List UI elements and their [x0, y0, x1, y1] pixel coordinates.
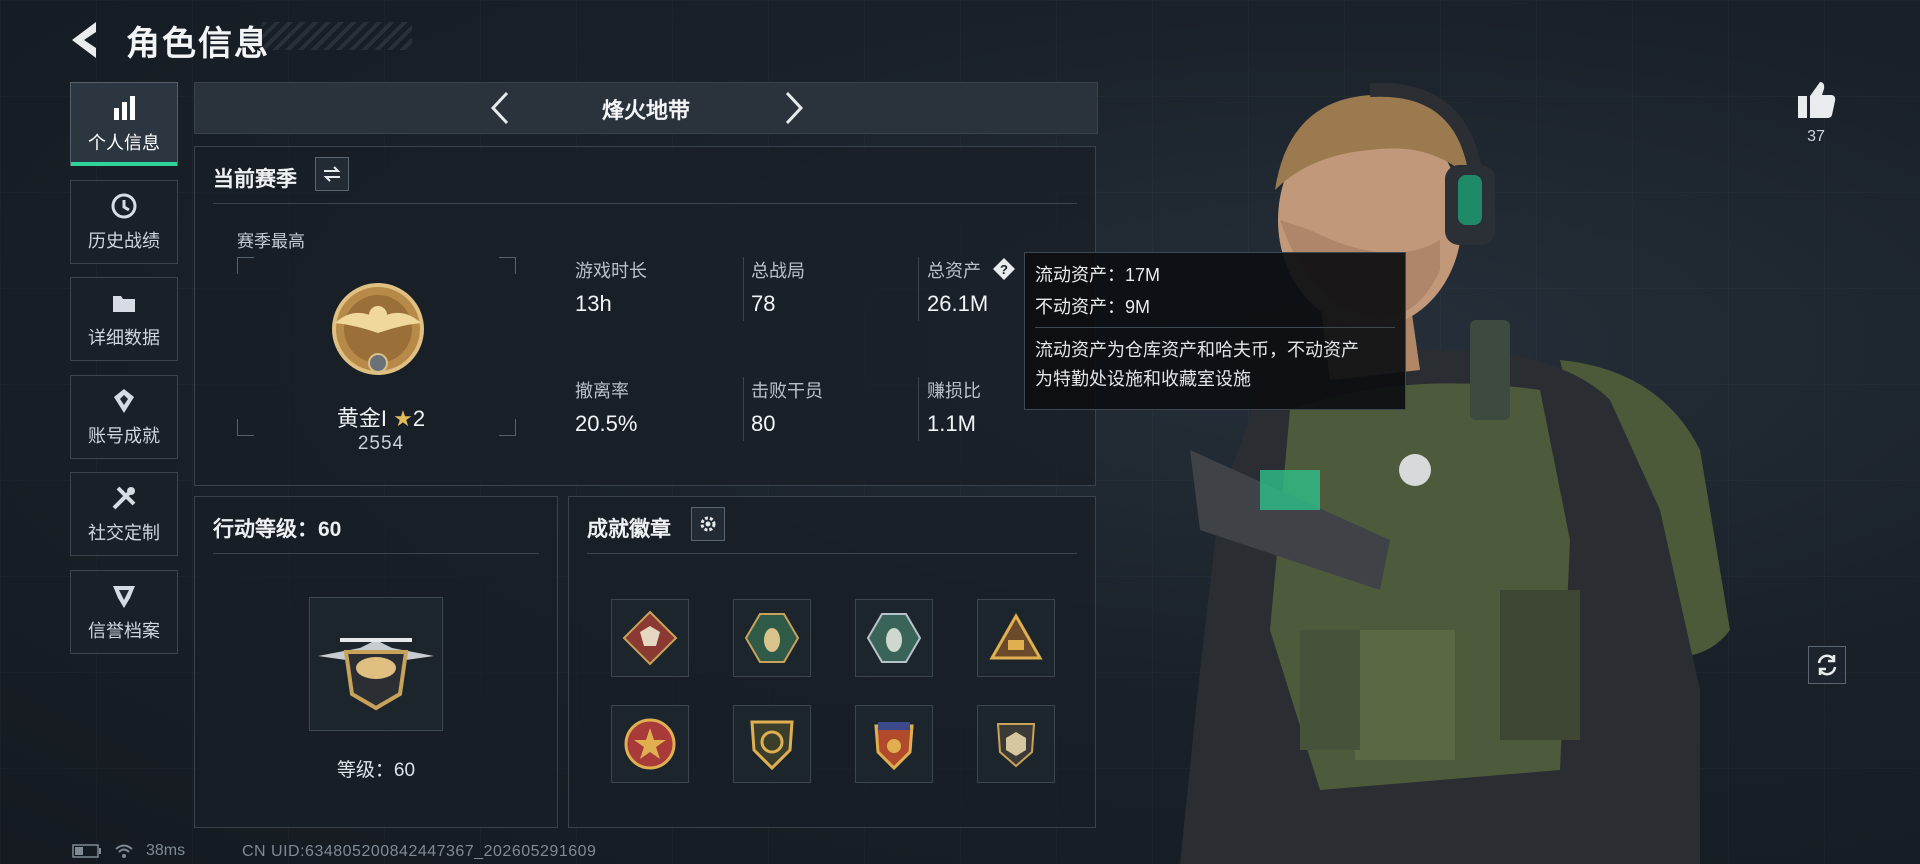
character-model: [1180, 82, 1730, 864]
frame-corner: [499, 257, 516, 274]
helicopter-emblem-icon: [318, 638, 434, 711]
sidebar-item-personal-info[interactable]: 个人信息: [70, 82, 178, 166]
wifi-icon: [115, 844, 133, 858]
divider: [918, 377, 919, 441]
stat-profit-ratio: 赚损比 1.1M: [927, 377, 981, 437]
stat-label: 撤离率: [575, 381, 629, 401]
badge-dice-shield-icon[interactable]: [977, 705, 1055, 783]
stat-label: 总资产 ?: [927, 257, 1016, 283]
season-panel: 当前赛季 赛季最高 黄金I ★2 2554 游戏时长 13h 总战局 78 总资…: [194, 146, 1096, 486]
shield-icon: [109, 581, 139, 611]
star-icon: ★: [393, 406, 413, 431]
stat-label-text: 总资产: [927, 261, 981, 281]
tooltip-description-line: 流动资产为仓库资产和哈夫币，不动资产: [1035, 340, 1359, 360]
badge-crosshair-shield-icon[interactable]: [733, 705, 811, 783]
back-arrow-icon[interactable]: [66, 18, 106, 62]
rank-name-row: 黄金I ★2: [195, 401, 567, 433]
like-count: 37: [1807, 128, 1825, 145]
svg-text:?: ?: [1000, 262, 1008, 277]
help-icon[interactable]: ?: [992, 257, 1016, 281]
stat-operators-defeated: 击败干员 80: [751, 377, 823, 437]
thumbs-up-icon[interactable]: [1794, 78, 1838, 122]
sidebar-item-label: 个人信息: [88, 133, 160, 153]
history-icon: [109, 191, 139, 221]
stat-label: 击败干员: [751, 381, 823, 401]
swap-icon: [323, 166, 341, 182]
season-title: 当前赛季: [213, 168, 297, 191]
stat-play-time: 游戏时长 13h: [575, 257, 647, 317]
bar-chart-icon: [109, 93, 139, 123]
stat-label: 游戏时长: [575, 261, 647, 281]
stat-extract-rate: 撤离率 20.5%: [575, 377, 637, 437]
mode-selector: 烽火地带: [194, 82, 1098, 134]
tooltip-liquid-assets: 流动资产：17M: [1035, 265, 1161, 285]
tooltip-fixed-assets: 不动资产：9M: [1035, 297, 1151, 317]
divider: [743, 377, 744, 441]
rank-points: 2554: [357, 433, 405, 454]
rank-name: 黄金I: [336, 406, 387, 431]
sidebar-item-label: 账号成就: [88, 426, 160, 446]
achievement-badges-panel: 成就徽章: [568, 496, 1096, 828]
badge-star-shield-icon[interactable]: [611, 705, 689, 783]
gear-icon: [700, 516, 716, 532]
divider: [213, 553, 539, 554]
badge-red-crest-icon[interactable]: [855, 705, 933, 783]
sidebar-item-social-custom[interactable]: 社交定制: [70, 472, 178, 556]
stat-value: 26.1M: [927, 291, 989, 316]
badge-wolf-icon[interactable]: [611, 599, 689, 677]
action-level-emblem-frame: [309, 597, 443, 731]
sidebar-item-history[interactable]: 历史战绩: [70, 180, 178, 264]
stat-value: 13h: [575, 291, 612, 316]
rotate-model-button[interactable]: [1808, 646, 1846, 684]
refresh-icon: [1817, 654, 1837, 676]
frame-corner: [237, 257, 254, 274]
sidebar-item-label: 社交定制: [88, 523, 160, 543]
badge-settings-button[interactable]: [691, 507, 725, 541]
sidebar-item-label: 详细数据: [88, 328, 160, 348]
stat-label: 总战局: [751, 261, 805, 281]
action-level-panel: 行动等级：60 等级：60: [194, 496, 558, 828]
rank-stars: 2: [412, 406, 426, 431]
ping-value: 38ms: [146, 842, 186, 859]
badge-wasp-teal-icon[interactable]: [855, 599, 933, 677]
stat-total-matches: 总战局 78: [751, 257, 805, 317]
status-bar: 38ms: [72, 842, 185, 860]
achievements-title: 成就徽章: [587, 518, 671, 541]
sidebar-item-label: 历史战绩: [88, 231, 160, 251]
tools-icon: [109, 483, 139, 513]
divider: [918, 257, 919, 321]
folder-icon: [109, 288, 139, 318]
gold-rank-emblem-icon: [332, 283, 424, 375]
sidebar-item-label: 信誉档案: [88, 621, 160, 641]
page-title: 角色信息: [126, 25, 270, 63]
tooltip-description-line: 为特勤处设施和收藏室设施: [1035, 369, 1251, 389]
battery-icon: [72, 844, 101, 858]
assets-tooltip: 流动资产：17M 不动资产：9M 流动资产为仓库资产和哈夫币，不动资产 为特勤处…: [1024, 252, 1406, 410]
action-level-title: 行动等级：60: [213, 518, 342, 541]
divider: [213, 203, 1077, 204]
mode-title: 烽火地带: [601, 98, 690, 123]
stat-label: 赚损比: [927, 381, 981, 401]
sidebar-item-detail-data[interactable]: 详细数据: [70, 277, 178, 361]
sidebar-item-reputation[interactable]: 信誉档案: [70, 570, 178, 654]
season-best-label: 赛季最高: [237, 232, 305, 251]
achievement-icon: [109, 386, 139, 416]
action-level-text: 等级：60: [336, 760, 416, 781]
stat-value: 80: [751, 411, 776, 436]
stat-value: 1.1M: [927, 411, 976, 436]
stat-value: 20.5%: [575, 411, 638, 436]
divider: [587, 553, 1077, 554]
stat-total-assets: 总资产 ? 26.1M: [927, 257, 1016, 317]
user-uid: CN UID:634805200842447367_202605291609: [242, 843, 597, 860]
switch-season-button[interactable]: [315, 157, 349, 191]
divider: [743, 257, 744, 321]
stat-value: 78: [751, 291, 776, 316]
next-mode-arrow-icon[interactable]: [773, 87, 813, 129]
badge-triangle-icon[interactable]: [977, 599, 1055, 677]
divider: [1035, 327, 1395, 328]
title-decoration: [262, 22, 412, 50]
badge-wasp-green-icon[interactable]: [733, 599, 811, 677]
sidebar-item-achievements[interactable]: 账号成就: [70, 375, 178, 459]
